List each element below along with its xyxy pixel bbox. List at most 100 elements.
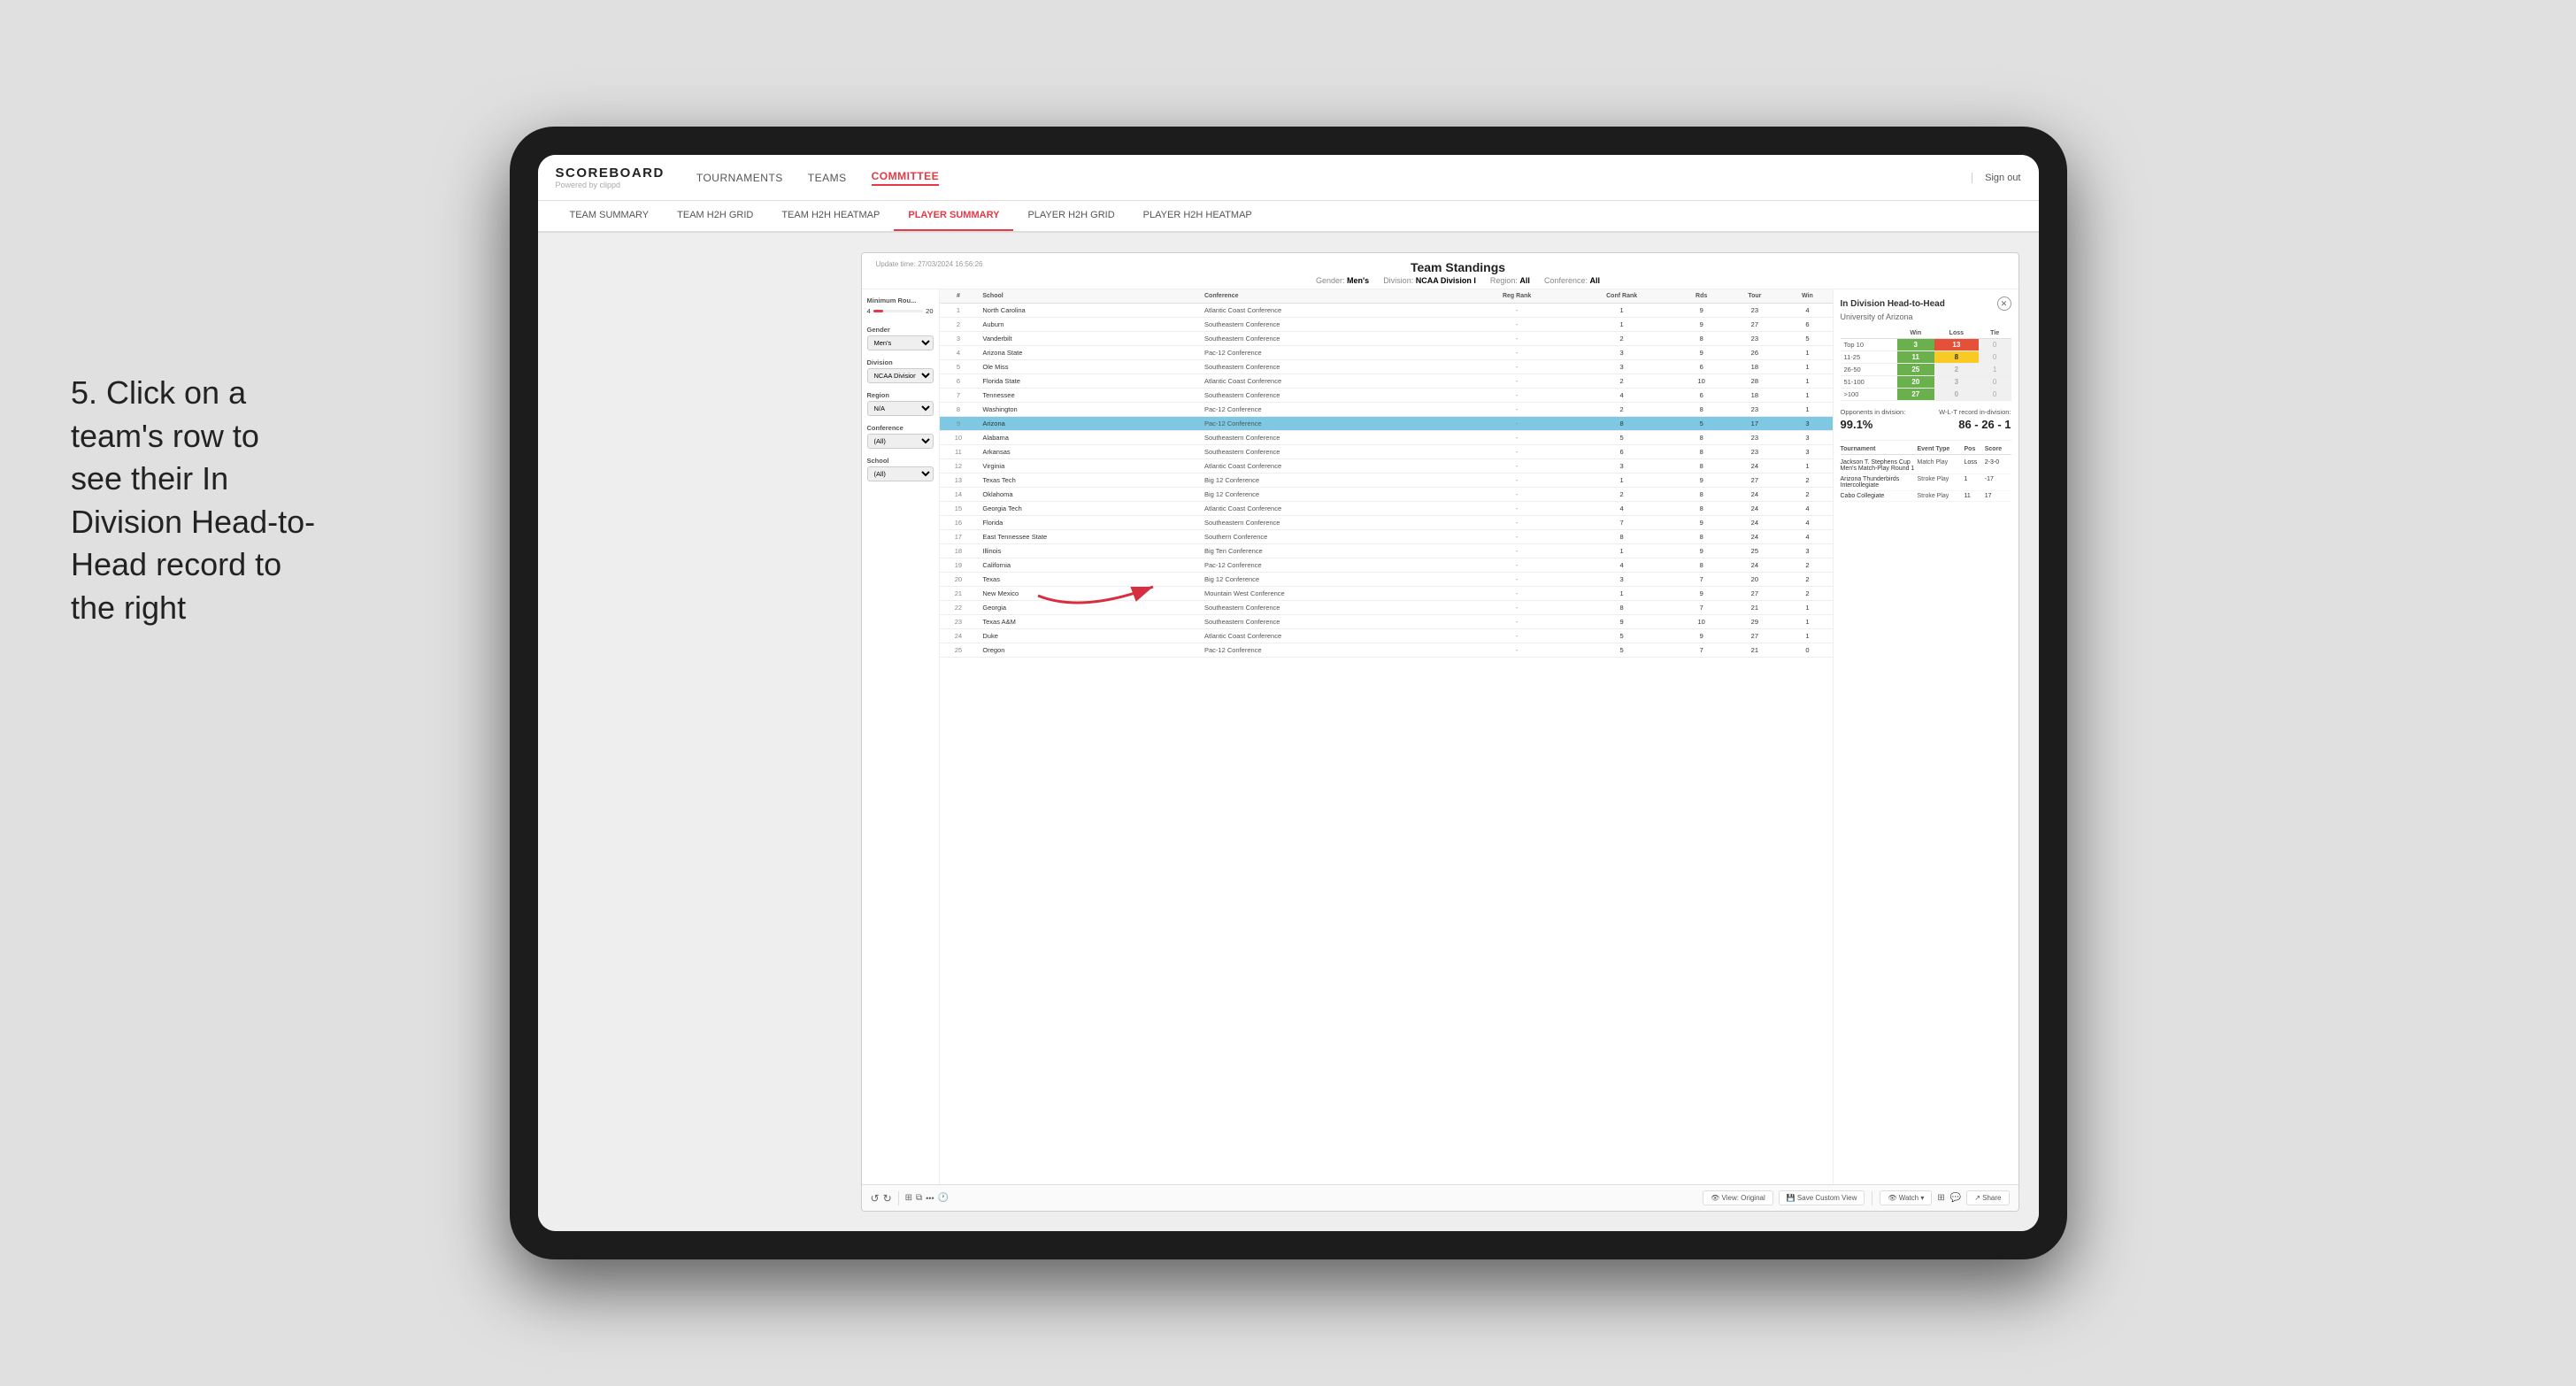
sub-nav-player-h2h-grid[interactable]: PLAYER H2H GRID — [1013, 201, 1128, 231]
filter-row: Gender: Men's Division: NCAA Division I … — [983, 276, 1934, 285]
h2h-close-button[interactable]: ✕ — [1997, 296, 2011, 311]
clock-icon[interactable]: 🕐 — [938, 1193, 949, 1203]
col-num: # — [940, 289, 978, 304]
col-rds: Rds — [1676, 289, 1726, 304]
tablet-screen: SCOREBOARD Powered by clippd TOURNAMENTS… — [538, 155, 2039, 1231]
table-row[interactable]: 25 Oregon Pac-12 Conference - 5 7 21 0 — [940, 643, 1833, 658]
sub-nav-player-summary[interactable]: PLAYER SUMMARY — [894, 201, 1013, 231]
table-row[interactable]: 2 Auburn Southeastern Conference - 1 9 2… — [940, 318, 1833, 332]
conference-section: Conference (All) — [867, 424, 934, 449]
h2h-team-name: University of Arizona — [1841, 312, 2011, 321]
th-event-type: Event Type — [1918, 446, 1963, 452]
toolbar-left: ↺ ↻ ⊞ ⧉ ••• 🕐 — [871, 1191, 950, 1205]
layout-icon[interactable]: ⊞ — [1937, 1193, 1944, 1203]
col-school: School — [977, 289, 1202, 304]
instruction-text: 5. Click on a team's row to see their In… — [71, 372, 319, 630]
region-label: Region — [867, 391, 934, 399]
redo-button[interactable]: ↻ — [883, 1192, 892, 1205]
copy-icon[interactable]: ⧉ — [916, 1193, 922, 1203]
update-time-label: Update time: 27/03/2024 16:56:26 — [876, 260, 983, 268]
logo-area: SCOREBOARD Powered by clippd — [556, 166, 665, 189]
table-row[interactable]: 13 Texas Tech Big 12 Conference - 1 9 27… — [940, 474, 1833, 488]
table-row[interactable]: 23 Texas A&M Southeastern Conference - 9… — [940, 615, 1833, 629]
table-row[interactable]: 3 Vanderbilt Southeastern Conference - 2… — [940, 332, 1833, 346]
standings-table-area: # School Conference Reg Rank Conf Rank R… — [940, 289, 1833, 1184]
table-row[interactable]: 10 Alabama Southeastern Conference - 5 8… — [940, 431, 1833, 445]
region-select[interactable]: N/A — [867, 401, 934, 416]
h2h-title: In Division Head-to-Head — [1841, 299, 1945, 309]
gender-select[interactable]: Men's — [867, 335, 934, 350]
sub-nav-team-h2h-grid[interactable]: TEAM H2H GRID — [663, 201, 767, 231]
table-row[interactable]: 4 Arizona State Pac-12 Conference - 3 9 … — [940, 346, 1833, 360]
h2h-row: 26-50 25 2 1 — [1841, 364, 2011, 376]
arrow-indicator — [1029, 560, 1188, 613]
col-conference: Conference — [1202, 289, 1466, 304]
wlt-record-label: W-L-T record in-division: — [1939, 408, 2011, 416]
sign-out-button[interactable]: Sign out — [1972, 173, 2020, 183]
th-tournament: Tournament — [1841, 446, 1916, 452]
min-rounds-label: Minimum Rou... — [867, 296, 934, 304]
division-select[interactable]: NCAA Division I — [867, 368, 934, 383]
comment-icon[interactable]: 💬 — [1950, 1193, 1961, 1203]
nav-tournaments[interactable]: TOURNAMENTS — [696, 172, 783, 184]
conference-select[interactable]: (All) — [867, 434, 934, 449]
h2h-row: 51-100 20 3 0 — [1841, 376, 2011, 389]
h2h-row: >100 27 0 0 — [1841, 389, 2011, 401]
watch-button[interactable]: 👁 Watch ▾ — [1880, 1190, 1932, 1205]
school-section: School (All) — [867, 457, 934, 481]
col-tour: Tour — [1726, 289, 1782, 304]
table-row[interactable]: 15 Georgia Tech Atlantic Coast Conferenc… — [940, 502, 1833, 516]
toolbar-right: 👁 View: Original 💾 Save Custom View 👁 Wa… — [1703, 1190, 2009, 1205]
table-row[interactable]: 11 Arkansas Southeastern Conference - 6 … — [940, 445, 1833, 459]
table-row[interactable]: 14 Oklahoma Big 12 Conference - 2 8 24 2 — [940, 488, 1833, 502]
filters-sidebar: Minimum Rou... 4 20 Gend — [862, 289, 940, 1184]
view-original-button[interactable]: 👁 View: Original — [1703, 1190, 1773, 1205]
nav-links: TOURNAMENTS TEAMS COMMITTEE — [696, 170, 1972, 186]
dashboard-title: Team Standings — [983, 260, 1934, 274]
h2h-tie-header: Tie — [1979, 328, 2011, 339]
table-row[interactable]: 17 East Tennessee State Southern Confere… — [940, 530, 1833, 544]
division-section: Division NCAA Division I — [867, 358, 934, 383]
school-select[interactable]: (All) — [867, 466, 934, 481]
sub-nav: TEAM SUMMARY TEAM H2H GRID TEAM H2H HEAT… — [538, 201, 2039, 233]
wlt-value: 86 - 26 - 1 — [1958, 418, 2011, 431]
table-row[interactable]: 16 Florida Southeastern Conference - 7 9… — [940, 516, 1833, 530]
table-row[interactable]: 6 Florida State Atlantic Coast Conferenc… — [940, 374, 1833, 389]
table-row[interactable]: 7 Tennessee Southeastern Conference - 4 … — [940, 389, 1833, 403]
grid-icon[interactable]: ⊞ — [905, 1193, 912, 1203]
col-reg-rank: Reg Rank — [1466, 289, 1567, 304]
nav-committee[interactable]: COMMITTEE — [872, 170, 940, 186]
sub-nav-team-h2h-heatmap[interactable]: TEAM H2H HEATMAP — [767, 201, 894, 231]
stats-values-row: 99.1% 86 - 26 - 1 — [1841, 418, 2011, 431]
table-row[interactable]: 18 Illinois Big Ten Conference - 1 9 25 … — [940, 544, 1833, 558]
col-conf-rank: Conf Rank — [1567, 289, 1676, 304]
gender-filter: Gender: Men's — [1316, 276, 1369, 285]
table-row[interactable]: 9 Arizona Pac-12 Conference - 8 5 17 3 — [940, 417, 1833, 431]
sub-nav-team-summary[interactable]: TEAM SUMMARY — [556, 201, 664, 231]
save-custom-view-button[interactable]: 💾 Save Custom View — [1779, 1190, 1865, 1205]
table-row[interactable]: 5 Ole Miss Southeastern Conference - 3 6… — [940, 360, 1833, 374]
opponents-row: Opponents in division: W-L-T record in-d… — [1841, 408, 2011, 416]
tablet-frame: SCOREBOARD Powered by clippd TOURNAMENTS… — [510, 127, 2067, 1259]
table-row[interactable]: 24 Duke Atlantic Coast Conference - 5 9 … — [940, 629, 1833, 643]
top-nav: SCOREBOARD Powered by clippd TOURNAMENTS… — [538, 155, 2039, 201]
logo-subtitle: Powered by clippd — [556, 181, 665, 189]
tournament-section: Tournament Event Type Pos Score Jackson … — [1841, 440, 2011, 502]
gender-label: Gender — [867, 326, 934, 334]
table-row[interactable]: 8 Washington Pac-12 Conference - 2 8 23 … — [940, 403, 1833, 417]
dashboard-body: Minimum Rou... 4 20 Gend — [862, 289, 2019, 1184]
table-row[interactable]: 12 Virginia Atlantic Coast Conference - … — [940, 459, 1833, 474]
undo-button[interactable]: ↺ — [871, 1192, 880, 1205]
sub-nav-player-h2h-heatmap[interactable]: PLAYER H2H HEATMAP — [1129, 201, 1266, 231]
nav-teams[interactable]: TEAMS — [808, 172, 847, 184]
more-icon[interactable]: ••• — [926, 1194, 934, 1203]
slider-track[interactable] — [873, 310, 923, 312]
bottom-toolbar: ↺ ↻ ⊞ ⧉ ••• 🕐 👁 View: Original 💾 Save Cu… — [862, 1184, 2019, 1211]
table-row[interactable]: 1 North Carolina Atlantic Coast Conferen… — [940, 304, 1833, 318]
share-button[interactable]: ↗ Share — [1966, 1190, 2009, 1205]
division-label: Division — [867, 358, 934, 366]
division-filter: Division: NCAA Division I — [1383, 276, 1476, 285]
tournament-row: Cabo Collegiate Stroke Play 11 17 — [1841, 491, 2011, 502]
h2h-header: In Division Head-to-Head ✕ — [1841, 296, 2011, 311]
opponents-pct-value: 99.1% — [1841, 418, 1873, 431]
